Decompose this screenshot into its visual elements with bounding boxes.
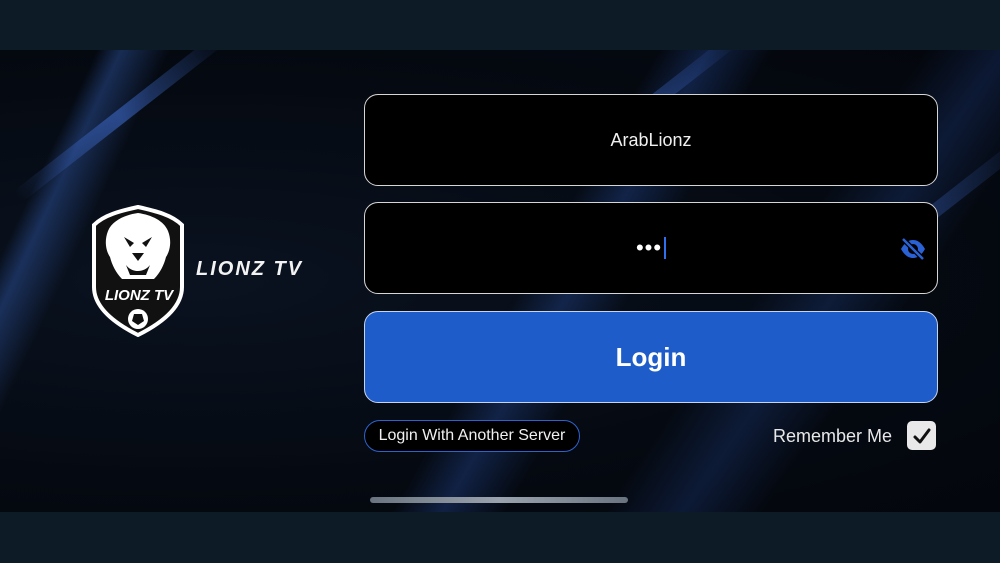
username-field[interactable] — [364, 94, 938, 186]
password-field[interactable]: ••• — [364, 202, 938, 294]
username-input[interactable] — [365, 95, 937, 185]
checkmark-icon — [913, 428, 930, 443]
password-input[interactable]: ••• — [635, 235, 667, 261]
password-masked-value: ••• — [635, 235, 663, 260]
horizontal-scroll-indicator[interactable] — [370, 497, 628, 503]
brand-name: LIONZ TV — [196, 258, 304, 280]
logo-badge-text: LIONZ TV — [104, 287, 174, 304]
remember-me-label: Remember Me — [773, 426, 893, 446]
lion-shield-logo-icon — [92, 204, 184, 337]
login-with-another-server-button[interactable]: Login With Another Server — [364, 420, 580, 452]
login-button[interactable]: Login — [364, 311, 938, 403]
bottom-system-bar — [0, 512, 1000, 563]
text-caret — [664, 237, 667, 259]
top-system-bar — [0, 0, 1000, 50]
remember-me-checkbox[interactable] — [907, 421, 936, 450]
eye-slash-icon[interactable] — [899, 236, 927, 262]
background-light-streak — [13, 50, 227, 203]
